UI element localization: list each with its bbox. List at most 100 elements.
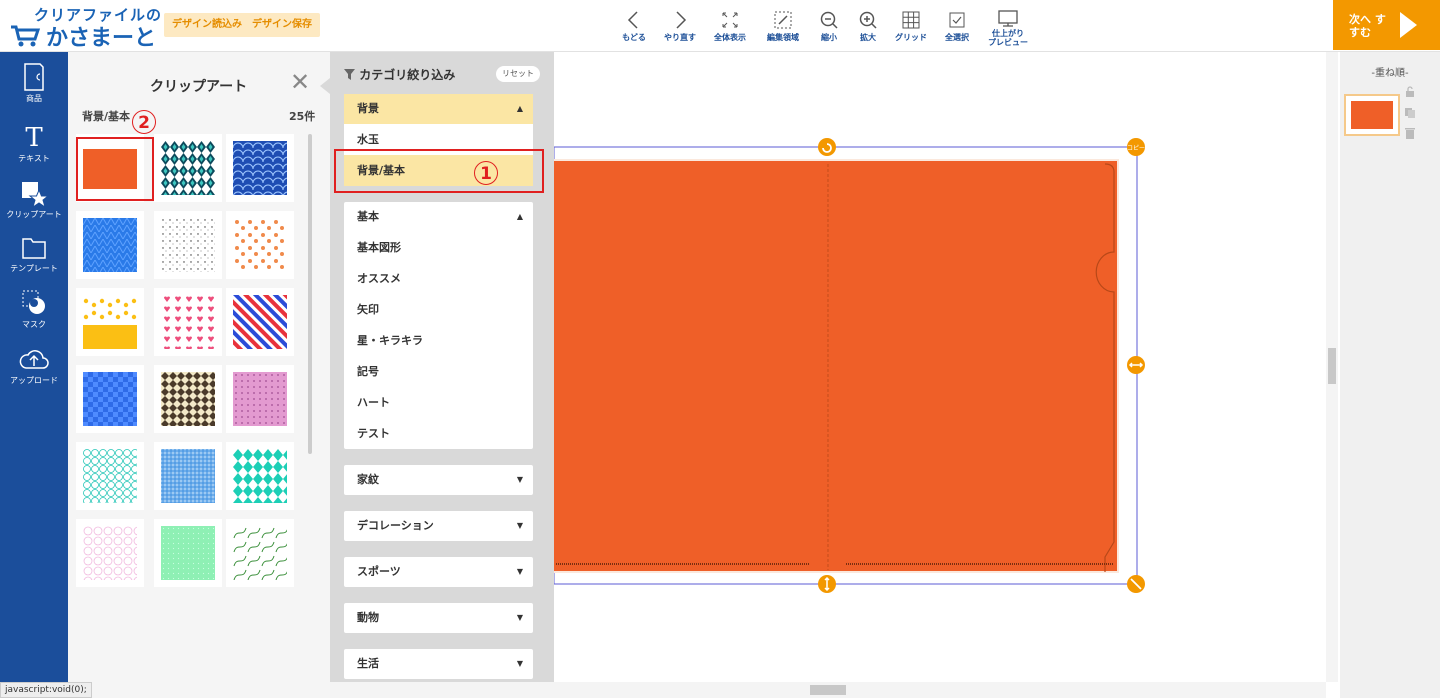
clipart-pattern	[233, 449, 287, 503]
chevron-left-icon	[627, 11, 638, 29]
category-item[interactable]: 矢印	[344, 294, 533, 325]
clipart-tile-diamond-teal[interactable]	[154, 134, 222, 202]
category-group-basic: 基本 ▲ 基本図形 オススメ 矢印 星・キラキラ 記号 ハート テスト	[344, 202, 533, 449]
vertical-scrollbar[interactable]	[1326, 52, 1338, 682]
design-canvas[interactable]: コピー	[554, 52, 1324, 682]
annotation-number-1: 1	[474, 161, 498, 185]
nav-clipart[interactable]: クリップアート	[0, 178, 68, 220]
category-header-background[interactable]: 背景 ▲	[344, 94, 533, 124]
clipart-tile-dots-pink[interactable]	[226, 365, 294, 433]
select-all-button[interactable]: 全選択	[932, 10, 982, 46]
clipart-tile-vines-green[interactable]	[226, 519, 294, 587]
clipart-pattern	[161, 449, 215, 503]
trash-icon[interactable]	[1404, 127, 1416, 139]
svg-text:T: T	[25, 123, 43, 152]
clipart-count: 25件	[289, 110, 316, 123]
resize-horizontal-handle-icon	[1127, 356, 1145, 374]
clipart-tile-stripes-tricolor[interactable]	[226, 288, 294, 356]
logo[interactable]: クリアファイルの かさまーと	[10, 4, 161, 51]
layer-thumbnail[interactable]	[1344, 94, 1400, 136]
clipart-pattern	[233, 141, 287, 195]
clipart-tile-dots-black[interactable]	[154, 211, 222, 279]
mask-icon	[22, 290, 45, 314]
category-item[interactable]: 基本図形	[344, 232, 533, 263]
clipart-tile-circles-teal[interactable]	[76, 442, 144, 510]
category-item[interactable]: オススメ	[344, 263, 533, 294]
category-group-kamon[interactable]: 家紋 ▼	[344, 465, 533, 495]
monitor-icon	[998, 10, 1018, 27]
clipart-tile-hearts-pink[interactable]	[154, 288, 222, 356]
preview-button[interactable]: 仕上がり プレビュー	[983, 10, 1033, 47]
category-item[interactable]: 星・キラキラ	[344, 325, 533, 356]
category-header-basic[interactable]: 基本 ▲	[344, 202, 533, 232]
zoom-out-icon	[820, 11, 838, 29]
redo-button[interactable]: やり直す	[655, 10, 705, 46]
category-group-decoration[interactable]: デコレーション ▼	[344, 511, 533, 541]
status-bar: javascript:void(0);	[0, 682, 92, 698]
clipart-scrollbar[interactable]	[308, 134, 312, 454]
nav-text[interactable]: T テキスト	[0, 122, 68, 164]
clipart-pattern	[161, 295, 215, 349]
category-item[interactable]: テスト	[344, 418, 533, 449]
category-header: カテゴリ絞り込み	[344, 66, 455, 83]
panel-pointer-icon	[320, 78, 330, 94]
clipart-icon	[22, 182, 49, 208]
grid-button[interactable]: グリッド	[886, 10, 936, 46]
vertical-scroll-thumb[interactable]	[1328, 348, 1336, 384]
filter-icon	[344, 69, 355, 80]
horizontal-scrollbar[interactable]	[330, 682, 1326, 698]
cloud-upload-icon	[19, 350, 49, 369]
rotate-handle-icon	[818, 138, 836, 156]
clipart-pattern	[83, 295, 137, 349]
nav-product[interactable]: 商品	[0, 62, 68, 104]
play-arrow-icon	[1400, 12, 1417, 38]
duplicate-icon[interactable]	[1404, 107, 1416, 119]
clear-file-shape	[554, 161, 1117, 571]
category-group-life[interactable]: 生活 ▼	[344, 649, 533, 679]
zoom-in-icon	[859, 11, 877, 29]
clipart-tile-plaid-blue[interactable]	[154, 442, 222, 510]
top-bar: クリアファイルの かさまーと デザイン読込み デザイン保存 もどる やり直す 全…	[0, 0, 1440, 52]
clipart-tile-stars-yellow[interactable]	[76, 288, 144, 356]
caret-down-icon: ▼	[516, 567, 523, 576]
clipart-tile-diamond-green[interactable]	[226, 442, 294, 510]
caret-down-icon: ▼	[516, 521, 523, 530]
fit-all-button[interactable]: 全体表示	[705, 10, 755, 46]
save-design-button[interactable]: デザイン保存	[244, 13, 320, 37]
clipart-pattern	[233, 526, 287, 580]
checkbox-icon	[949, 12, 965, 28]
nav-mask[interactable]: マスク	[0, 288, 68, 330]
lock-icon[interactable]	[1404, 86, 1416, 98]
close-icon[interactable]: ✕	[290, 70, 310, 94]
category-item[interactable]: ハート	[344, 387, 533, 418]
load-design-button[interactable]: デザイン読込み	[164, 13, 250, 37]
clipart-pattern	[233, 295, 287, 349]
clipart-category: 背景/基本	[82, 110, 131, 123]
category-item[interactable]: 記号	[344, 356, 533, 387]
logo-line2: かさまーと	[46, 26, 157, 51]
horizontal-scroll-thumb[interactable]	[810, 685, 846, 695]
undo-button[interactable]: もどる	[609, 10, 659, 46]
clipart-tile-scale-blue[interactable]	[226, 134, 294, 202]
clipart-tile-paws-orange[interactable]	[226, 211, 294, 279]
clipart-tile-check-blue[interactable]	[76, 365, 144, 433]
grid-icon	[902, 11, 920, 29]
edit-area-button[interactable]: 編集領域	[758, 10, 808, 46]
category-group-animals[interactable]: 動物 ▼	[344, 603, 533, 633]
clipart-title: クリップアート	[150, 79, 248, 95]
clipart-tile-dots-mint[interactable]	[154, 519, 222, 587]
layers-title: -重ね順-	[1371, 68, 1409, 79]
product-icon	[24, 63, 44, 91]
clipart-tile-triangle-blue[interactable]	[76, 211, 144, 279]
next-step-button[interactable]: 次へ すすむ	[1333, 0, 1440, 50]
caret-down-icon: ▼	[516, 659, 523, 668]
clipart-tile-argyle-brown[interactable]	[154, 365, 222, 433]
copy-handle: コピー	[1127, 138, 1145, 156]
nav-template[interactable]: テンプレート	[0, 232, 68, 274]
reset-button[interactable]: リセット	[496, 66, 540, 82]
category-group-sports[interactable]: スポーツ ▼	[344, 557, 533, 587]
clipart-tile-lace-pink[interactable]	[76, 519, 144, 587]
clipart-pattern	[161, 372, 215, 426]
clear-file-design: コピー	[554, 138, 1145, 593]
nav-upload[interactable]: アップロード	[0, 344, 68, 386]
